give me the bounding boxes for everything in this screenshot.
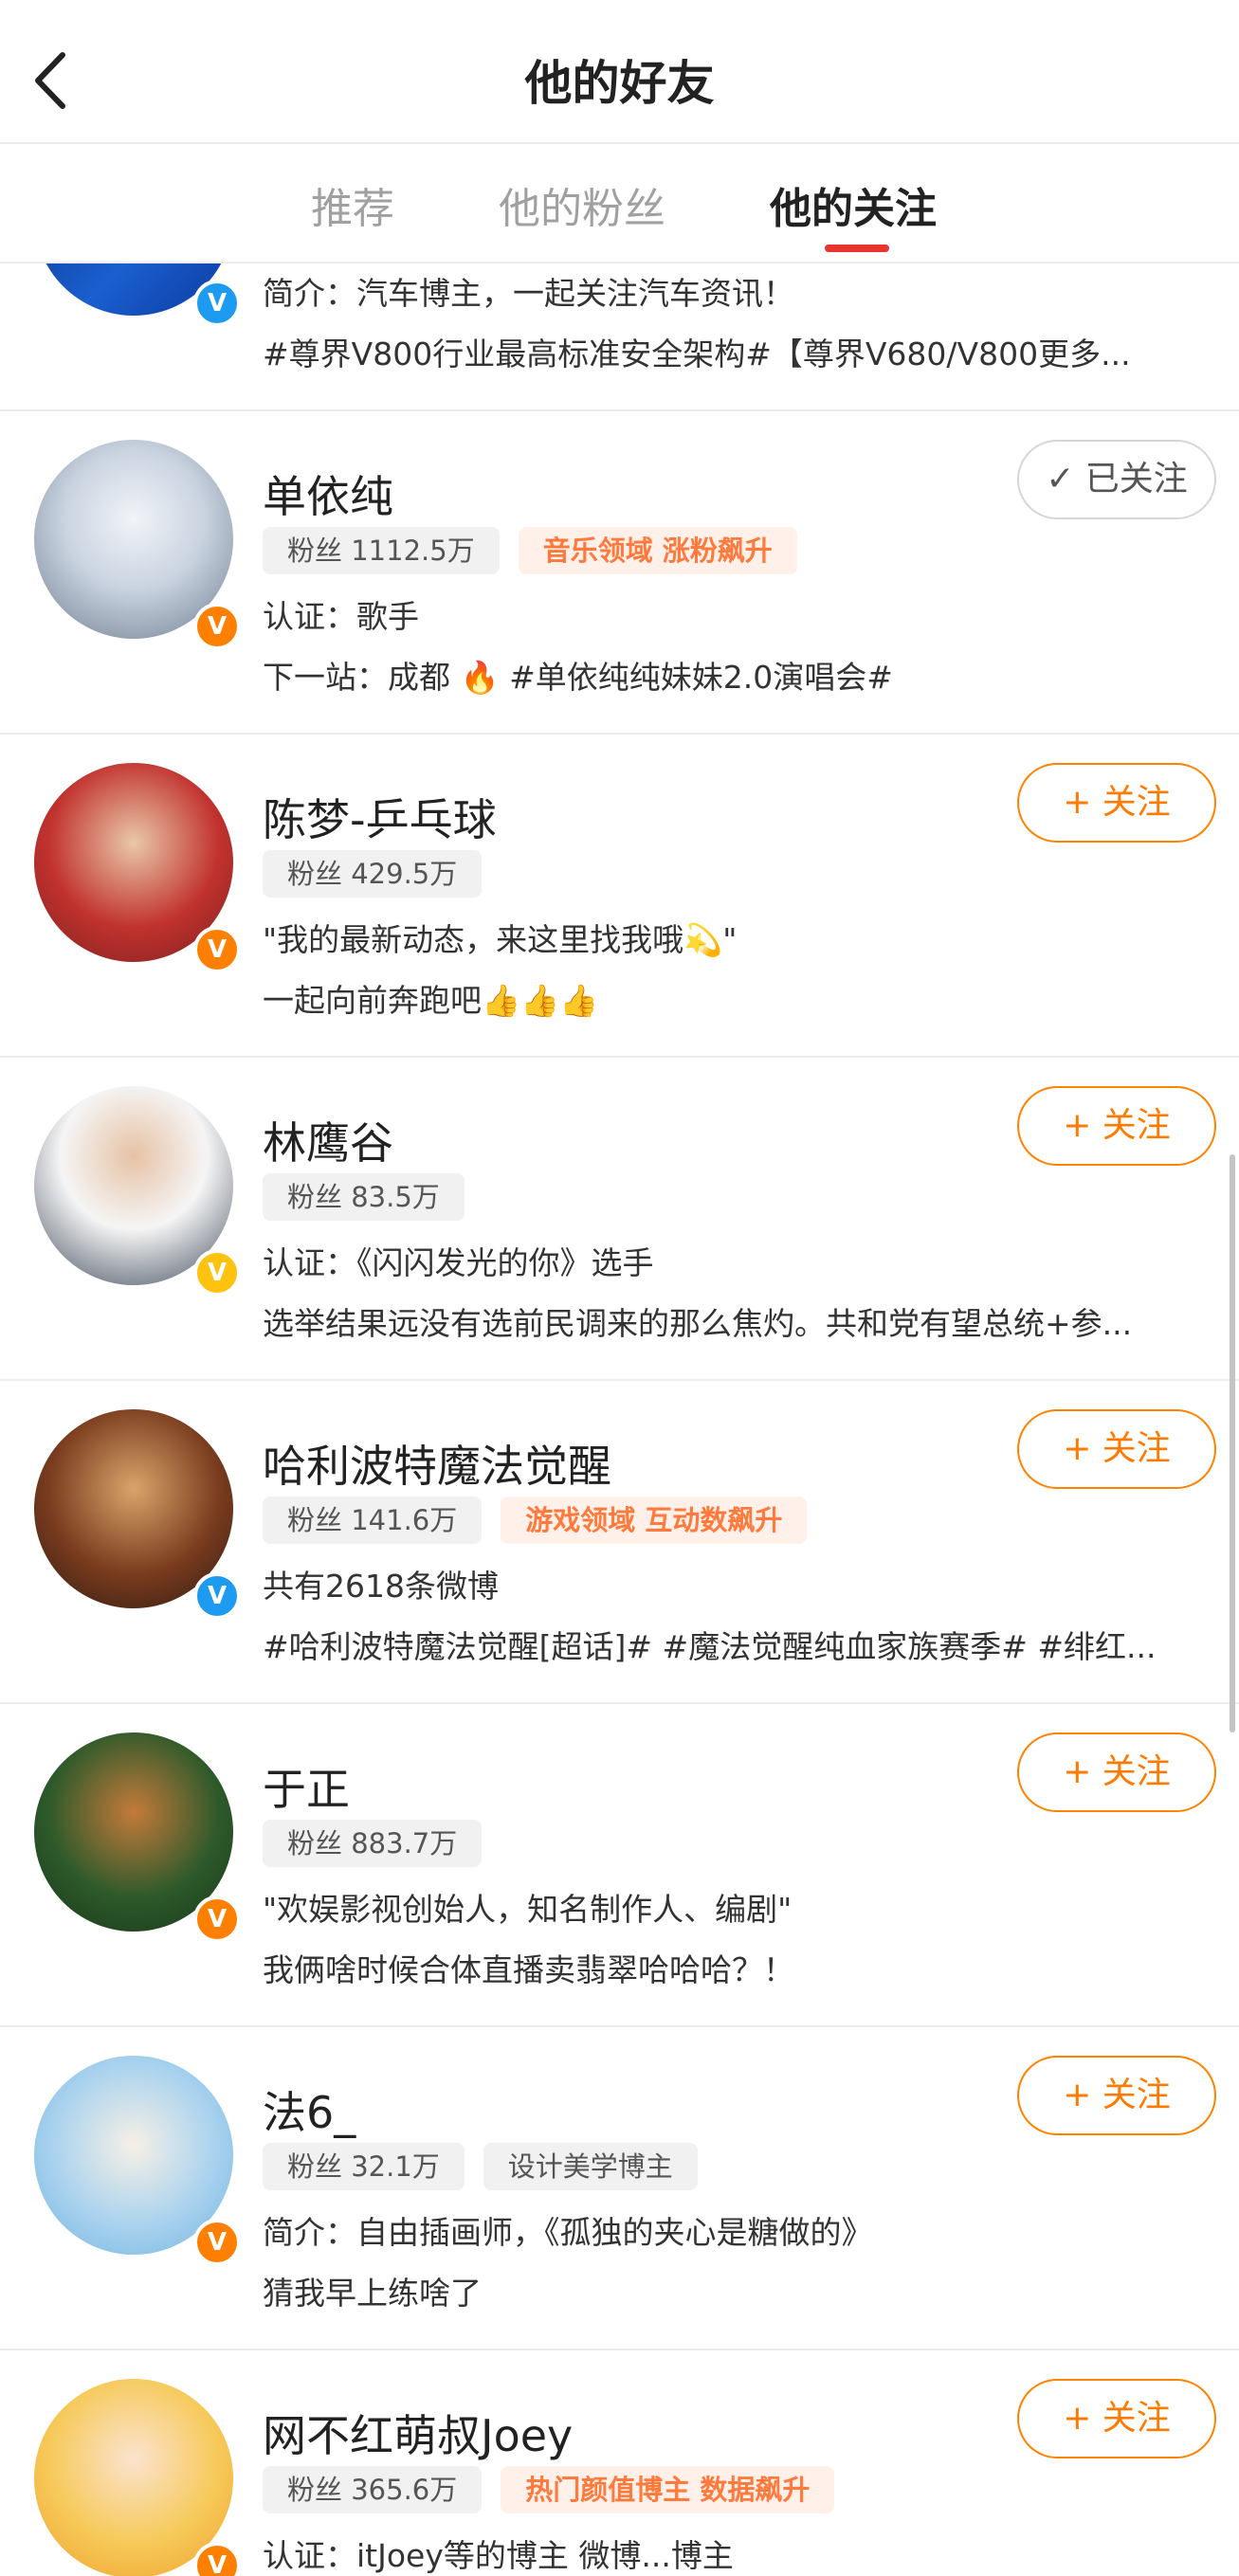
user-name[interactable]: 法6_ bbox=[263, 2078, 355, 2141]
latest-post-snippet: #尊界V800行业最高标准安全架构#【尊界V680/V800更多... bbox=[263, 336, 1131, 372]
tab-his-fans[interactable]: 他的粉丝 bbox=[499, 174, 665, 235]
user-description: "欢娱影视创始人，知名制作人、编剧" bbox=[263, 1891, 793, 1928]
tag-line: 粉丝 141.6万 游戏领域 互动数飙升 bbox=[263, 1497, 826, 1544]
user-description: "我的最新动态，来这里找我哦💫" bbox=[263, 921, 738, 958]
tag-line: 粉丝 365.6万 热门颜值博主 数据飙升 bbox=[263, 2466, 853, 2513]
verified-badge-icon: V bbox=[193, 1249, 241, 1297]
user-row[interactable]: V 林鹰谷 粉丝 83.5万认证：《闪闪发光的你》选手选举结果远没有选前民调来的那么… bbox=[0, 1058, 1239, 1381]
user-row[interactable]: V 法6_ 粉丝 32.1万 设计美学博主简介：自由插画师，《孤独的夹心是糖做的》 猜我… bbox=[0, 2027, 1239, 2350]
tag-line: 粉丝 32.1万 设计美学博主 bbox=[263, 2143, 717, 2190]
user-row[interactable]: V 网不红萌叔Joey 粉丝 365.6万 热门颜值博主 数据飙升认证：itJoey等… bbox=[0, 2350, 1239, 2576]
verified-badge-icon: V bbox=[193, 926, 241, 973]
verified-badge-icon: V bbox=[193, 2542, 241, 2576]
user-description: 认证：itJoey等的博主 微博...博主 bbox=[263, 2537, 734, 2574]
user-row[interactable]: V新能源粉丝 1809.4万汽车领域 阅读数飙升简介：汽车博主，一起关注汽车资讯… bbox=[0, 263, 1239, 411]
user-name[interactable]: 哈利波特魔法觉醒 bbox=[263, 1432, 611, 1495]
latest-post-snippet: 我俩啥时候合体直播卖翡翠哈哈哈？！ bbox=[263, 1951, 794, 1988]
follow-button[interactable]: + 关注 bbox=[1017, 2379, 1216, 2458]
user-name[interactable]: 陈梦-乒乓球 bbox=[263, 786, 497, 848]
user-name[interactable]: 林鹰谷 bbox=[263, 1109, 393, 1171]
follow-button[interactable]: + 关注 bbox=[1017, 763, 1216, 843]
latest-post-snippet: 猜我早上练啥了 bbox=[263, 2275, 482, 2312]
verified-badge-icon: V bbox=[193, 1896, 241, 1943]
user-description: 共有2618条微博 bbox=[263, 1568, 499, 1605]
fans-count-chip: 粉丝 141.6万 bbox=[263, 1497, 483, 1544]
page-title: 他的好友 bbox=[524, 56, 715, 111]
category-tag-chip: 热门颜值博主 数据飙升 bbox=[501, 2466, 835, 2513]
fans-count-chip: 粉丝 365.6万 bbox=[263, 2466, 483, 2513]
verified-badge-icon: V bbox=[193, 280, 241, 327]
user-description: 认证：《闪闪发光的你》选手 bbox=[263, 1244, 654, 1281]
user-description: 简介：自由插画师，《孤独的夹心是糖做的》 bbox=[263, 2214, 873, 2251]
scrollbar[interactable] bbox=[1230, 1154, 1235, 1732]
follow-button[interactable]: + 关注 bbox=[1017, 1409, 1216, 1489]
user-row[interactable]: V 陈梦-乒乓球 粉丝 429.5万 "我的最新动态，来这里找我哦💫" 一起向前奔跑吧👍… bbox=[0, 735, 1239, 1058]
fans-count-chip: 粉丝 883.7万 bbox=[263, 1820, 483, 1867]
tab-his-following[interactable]: 他的关注 bbox=[770, 174, 937, 235]
fans-count-chip: 粉丝 429.5万 bbox=[263, 850, 483, 898]
latest-post-snippet: #哈利波特魔法觉醒[超话]# #魔法觉醒纯血家族赛季# #绯红... bbox=[263, 1628, 1157, 1665]
fans-count-chip: 粉丝 1112.5万 bbox=[263, 527, 500, 574]
top-bar: 他的好友 bbox=[0, 0, 1239, 142]
user-description: 认证：歌手 bbox=[263, 598, 419, 635]
follow-button[interactable]: + 关注 bbox=[1017, 1086, 1216, 1166]
fans-count-chip: 粉丝 32.1万 bbox=[263, 2143, 465, 2190]
latest-post-snippet: 选举结果远没有选前民调来的那么焦灼。共和党有望总统+参... bbox=[263, 1305, 1133, 1342]
category-tag-chip: 设计美学博主 bbox=[483, 2143, 698, 2190]
tag-line: 粉丝 429.5万 bbox=[263, 850, 501, 898]
user-description: 简介：汽车博主，一起关注汽车资讯！ bbox=[263, 275, 794, 312]
category-tag-chip: 游戏领域 互动数飙升 bbox=[501, 1497, 808, 1544]
user-name[interactable]: 于正 bbox=[263, 1755, 350, 1818]
verified-badge-icon: V bbox=[193, 1572, 241, 1620]
tag-line: 粉丝 883.7万 bbox=[263, 1820, 501, 1867]
tab-recommend[interactable]: 推荐 bbox=[311, 174, 394, 235]
following-list[interactable]: V新能源粉丝 1809.4万汽车领域 阅读数飙升简介：汽车博主，一起关注汽车资讯… bbox=[0, 263, 1239, 2576]
user-name[interactable]: 单依纯 bbox=[263, 463, 393, 525]
user-row[interactable]: V 于正 粉丝 883.7万 "欢娱影视创始人，知名制作人、编剧" 我俩啥时候合体直播卖… bbox=[0, 1704, 1239, 2027]
followed-button[interactable]: ✓ 已关注 bbox=[1017, 440, 1216, 519]
fans-count-chip: 粉丝 83.5万 bbox=[263, 1173, 465, 1221]
latest-post-snippet: 下一站：成都 🔥 #单依纯纯妹妹2.0演唱会# bbox=[263, 659, 893, 696]
latest-post-snippet: 一起向前奔跑吧👍👍👍 bbox=[263, 982, 599, 1019]
active-tab-indicator bbox=[825, 245, 889, 252]
follow-button[interactable]: + 关注 bbox=[1017, 1732, 1216, 1812]
tag-line: 粉丝 83.5万 bbox=[263, 1173, 483, 1221]
category-tag-chip: 音乐领域 涨粉飙升 bbox=[518, 527, 797, 574]
tag-line: 粉丝 1112.5万 音乐领域 涨粉飙升 bbox=[263, 527, 816, 574]
user-name[interactable]: 网不红萌叔Joey bbox=[263, 2402, 573, 2464]
tab-bar: 推荐 他的粉丝 他的关注 bbox=[0, 144, 1239, 262]
user-row[interactable]: V 单依纯 粉丝 1112.5万 音乐领域 涨粉飙升认证：歌手下一站：成都 🔥 #单依… bbox=[0, 411, 1239, 735]
follow-button[interactable]: + 关注 bbox=[1017, 2056, 1216, 2135]
verified-badge-icon: V bbox=[193, 603, 241, 650]
user-row[interactable]: V 哈利波特魔法觉醒 粉丝 141.6万 游戏领域 互动数飙升 共有2618条微博 #哈利… bbox=[0, 1381, 1239, 1704]
verified-badge-icon: V bbox=[193, 2219, 241, 2266]
